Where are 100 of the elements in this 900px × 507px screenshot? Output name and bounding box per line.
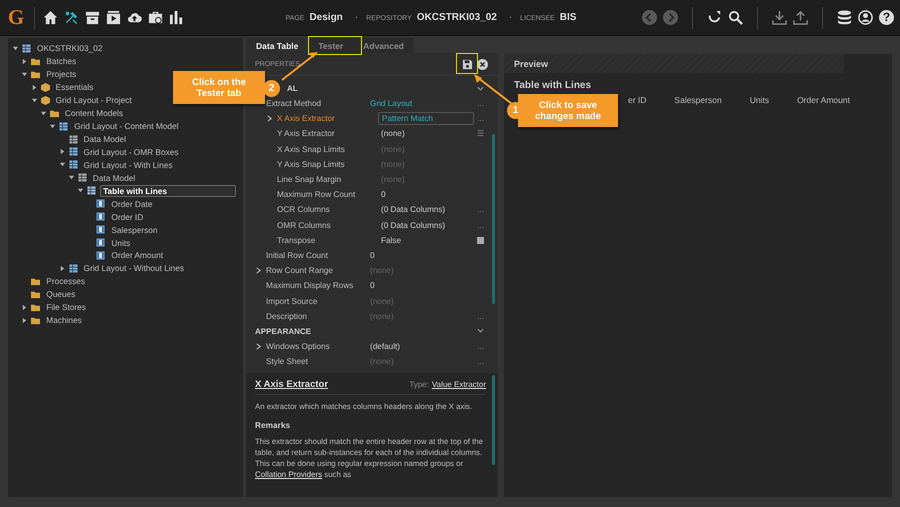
tree-item[interactable]: Batches xyxy=(44,56,78,66)
more-button[interactable]: ... xyxy=(474,312,484,321)
info-value: OKCSTRKI03_02 xyxy=(416,12,497,23)
column-header: Salesperson xyxy=(674,95,722,105)
expand-arrow-icon[interactable] xyxy=(58,161,66,168)
expand-arrow-icon[interactable] xyxy=(12,44,19,52)
forward-icon[interactable] xyxy=(663,10,678,25)
search-icon[interactable] xyxy=(728,10,743,25)
grid-icon xyxy=(87,186,96,196)
grid-icon xyxy=(22,44,31,53)
expand-arrow-icon[interactable] xyxy=(68,174,75,182)
tree-item[interactable]: Content Models xyxy=(62,108,126,118)
more-button[interactable]: ... xyxy=(474,220,484,230)
tree-item[interactable]: Salesperson xyxy=(109,224,160,235)
collapse-chevron-icon[interactable] xyxy=(477,86,484,92)
tree-item[interactable]: Units xyxy=(109,238,132,248)
tab[interactable]: Advanced xyxy=(353,38,414,53)
more-button[interactable]: ... xyxy=(474,99,484,108)
property-value: (none) xyxy=(380,144,406,155)
more-button[interactable]: ... xyxy=(474,205,484,214)
home-icon[interactable] xyxy=(43,10,58,25)
tools-icon[interactable] xyxy=(64,10,79,25)
property-name: Y Axis Snap Limits xyxy=(277,160,345,169)
tree-item[interactable]: Data Model xyxy=(82,134,128,144)
tree-item[interactable]: Table with Lines xyxy=(100,184,236,197)
help-title-link[interactable]: X Axis Extractor xyxy=(255,379,406,390)
refresh-icon[interactable] xyxy=(707,10,722,25)
type-link[interactable]: Value Extractor xyxy=(432,380,486,389)
tree-item[interactable]: Grid Layout - Project xyxy=(54,95,134,106)
property-value: (none) xyxy=(369,310,395,322)
tree-item[interactable]: Order Date xyxy=(109,198,154,209)
info-value: Design xyxy=(309,12,343,23)
expand-arrow-icon[interactable] xyxy=(58,148,66,156)
play-icon[interactable] xyxy=(106,10,121,25)
tree-item[interactable]: Projects xyxy=(44,69,78,80)
tree-item[interactable]: Machines xyxy=(44,315,84,326)
more-button[interactable]: ... xyxy=(474,357,484,366)
more-button[interactable]: ☰ xyxy=(474,129,484,138)
archive-icon[interactable] xyxy=(85,10,100,25)
property-value: (none) xyxy=(380,128,406,140)
tree-item[interactable]: Queues xyxy=(44,289,78,300)
link[interactable]: Collation Providers xyxy=(255,470,322,479)
close-icon[interactable] xyxy=(477,58,488,70)
property-value: (0 Data Columns) xyxy=(380,204,446,216)
table-title: Table with Lines xyxy=(513,79,592,91)
property-name: Description xyxy=(266,312,307,321)
tree-item[interactable]: Essentials xyxy=(54,82,96,92)
info-value: BIS xyxy=(560,12,576,23)
tab[interactable]: Data Table xyxy=(246,38,308,53)
property-name: Row Count Range xyxy=(266,266,333,276)
briefcase-icon[interactable] xyxy=(148,10,163,25)
expand-arrow-icon[interactable] xyxy=(21,70,28,78)
expand-arrow-icon[interactable] xyxy=(49,122,56,130)
property-value: (none) xyxy=(369,296,395,307)
grid-icon xyxy=(68,147,78,156)
expand-arrow-icon[interactable] xyxy=(21,304,28,311)
scrollbar[interactable] xyxy=(492,134,495,304)
property-value: (default) xyxy=(369,340,402,352)
more-button[interactable]: ... xyxy=(474,114,484,124)
tree-item[interactable]: Grid Layout - OMR Boxes xyxy=(82,146,180,157)
tree-item[interactable]: Grid Layout - Content Model xyxy=(72,121,180,132)
property-value: False xyxy=(380,234,402,246)
database-icon[interactable] xyxy=(837,10,852,25)
value-field[interactable]: Pattern Match xyxy=(378,112,474,126)
grid-icon xyxy=(68,134,78,144)
checkbox[interactable] xyxy=(477,236,484,244)
chart-icon[interactable] xyxy=(169,10,184,25)
property-name: Transpose xyxy=(277,236,316,245)
tree-item[interactable]: Grid Layout - Without Lines xyxy=(82,263,186,274)
tree-item[interactable]: File Stores xyxy=(44,302,88,312)
more-button[interactable]: ... xyxy=(474,342,484,351)
expand-arrow-icon[interactable] xyxy=(30,96,38,104)
tree-item[interactable]: Data Model xyxy=(90,172,138,183)
back-icon[interactable] xyxy=(642,10,657,25)
tree-item[interactable]: Order Amount xyxy=(109,250,166,260)
help-button[interactable]: ? xyxy=(879,10,894,25)
expand-arrow-icon[interactable] xyxy=(58,264,66,272)
expand-arrow-icon[interactable] xyxy=(30,84,38,91)
expand-arrow-icon[interactable] xyxy=(21,58,28,65)
property-name: Maximum Display Rows xyxy=(266,281,354,290)
expand-arrow-icon[interactable] xyxy=(21,316,28,324)
tree-item[interactable]: Order ID xyxy=(109,212,146,222)
expand-arrow-icon[interactable] xyxy=(40,110,47,117)
upload-icon[interactable] xyxy=(793,10,808,25)
logo: G xyxy=(6,5,26,30)
collapse-chevron-icon[interactable] xyxy=(477,328,484,334)
tree-item[interactable]: Processes xyxy=(44,276,88,286)
scrollbar[interactable] xyxy=(492,375,495,465)
tree-item[interactable]: OKCSTRKI03_02 xyxy=(35,43,104,54)
property-name: Y Axis Extractor xyxy=(277,129,335,138)
download-icon[interactable] xyxy=(772,10,787,25)
section-title: APPEARANCE xyxy=(255,326,312,336)
expand-arrow-icon[interactable] xyxy=(77,187,84,194)
property-name: Import Source xyxy=(266,296,318,306)
tab[interactable]: Tester xyxy=(308,38,354,53)
cloud-icon[interactable] xyxy=(127,10,142,25)
user-icon[interactable] xyxy=(858,10,873,25)
column-header: Units xyxy=(750,95,770,105)
save-icon[interactable] xyxy=(462,58,473,70)
tree-item[interactable]: Grid Layout - With Lines xyxy=(82,160,174,170)
